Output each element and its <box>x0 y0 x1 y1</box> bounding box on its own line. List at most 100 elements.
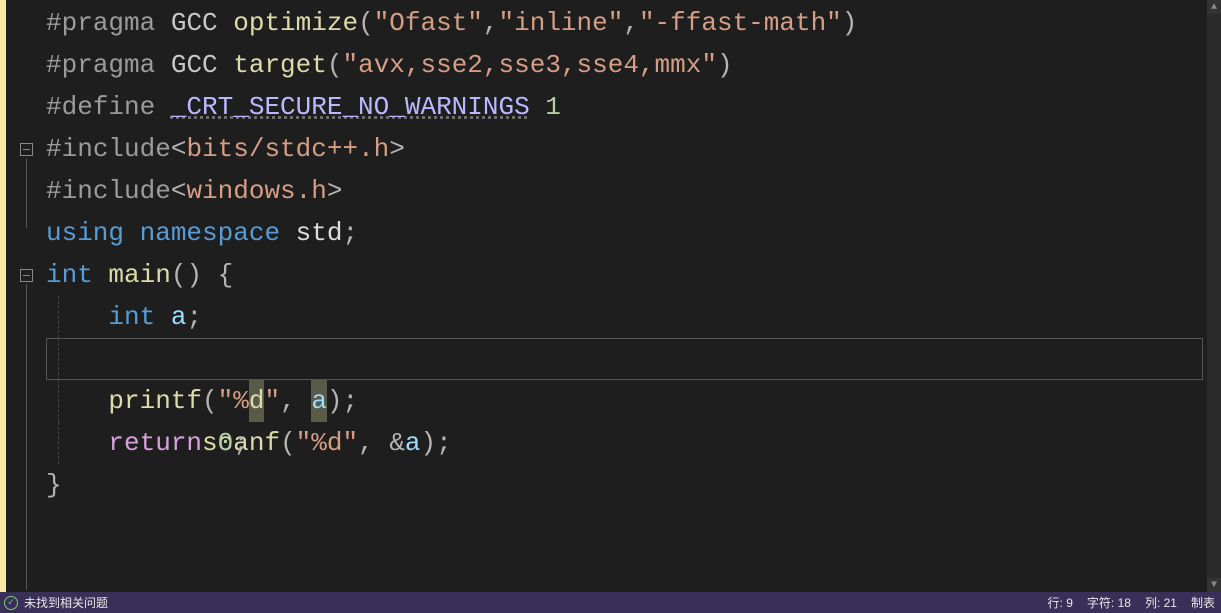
tok-func: printf <box>108 386 202 416</box>
code-line[interactable]: #pragma GCC optimize("Ofast","inline","-… <box>44 2 1221 44</box>
tok-space <box>93 260 109 290</box>
scroll-up-icon[interactable]: ▲ <box>1207 0 1221 14</box>
fold-gutter[interactable] <box>6 0 44 592</box>
tok-gcc: GCC <box>155 50 233 80</box>
tok-comma: , <box>623 8 639 38</box>
code-line[interactable]: using namespace std; <box>44 212 1221 254</box>
tok-indent <box>46 428 108 458</box>
code-line[interactable]: #include<bits/stdc++.h> <box>44 128 1221 170</box>
tok-brace: { <box>218 260 234 290</box>
tok-keyword: int <box>108 302 155 332</box>
tok-comma: , <box>483 8 499 38</box>
match-highlight: d <box>249 380 265 422</box>
tok-string: % <box>233 386 249 416</box>
tok-paren: ( <box>327 50 343 80</box>
code-line[interactable]: #include<windows.h> <box>44 170 1221 212</box>
tok-paren: () <box>171 260 202 290</box>
status-char[interactable]: 字符: 18 <box>1087 594 1131 611</box>
tok-gcc: GCC <box>155 8 233 38</box>
tok-paren: ( <box>358 8 374 38</box>
fold-guide <box>26 284 27 590</box>
tok-hash: # <box>46 92 62 122</box>
tok-keyword: namespace <box>140 218 280 248</box>
tok-keyword: return <box>108 428 202 458</box>
tok-string: " <box>264 386 280 416</box>
status-line[interactable]: 行: 9 <box>1048 594 1073 611</box>
tok-func: optimize <box>233 8 358 38</box>
tok-paren: ) <box>717 50 733 80</box>
match-highlight: a <box>311 380 327 422</box>
tok-number: 1 <box>545 92 561 122</box>
tok-angle: > <box>389 134 405 164</box>
tok-keyword: using <box>46 218 124 248</box>
tok-space <box>202 428 218 458</box>
tok-header: bits/stdc++.h <box>186 134 389 164</box>
tok-space <box>202 260 218 290</box>
tok-string: "avx,sse2,sse3,sse4,mmx" <box>342 50 716 80</box>
indent-guide <box>58 338 59 380</box>
tok-hash: # <box>46 176 62 206</box>
tok-hash: # <box>46 8 62 38</box>
code-line-current[interactable]: scanf("%d", &a); <box>44 338 1221 380</box>
code-area[interactable]: #pragma GCC optimize("Ofast","inline","-… <box>44 0 1221 592</box>
tok-angle: < <box>171 176 187 206</box>
indent-guide <box>58 380 59 422</box>
fold-toggle-icon[interactable] <box>20 269 33 282</box>
tok-directive: pragma <box>62 50 156 80</box>
tok-directive: pragma <box>62 8 156 38</box>
tok-keyword: int <box>46 260 93 290</box>
tok-semi: ; <box>233 428 249 458</box>
tok-hash: # <box>46 134 62 164</box>
tok-space <box>155 302 171 332</box>
code-line[interactable]: } <box>44 464 1221 506</box>
vertical-scrollbar[interactable]: ▲ ▼ <box>1207 0 1221 592</box>
tok-angle: < <box>171 134 187 164</box>
tok-number: 0 <box>218 428 234 458</box>
code-line[interactable]: int main() { <box>44 254 1221 296</box>
tok-string: "inline" <box>499 8 624 38</box>
check-icon: ✓ <box>4 596 18 610</box>
tok-indent <box>46 386 108 416</box>
tok-paren: ( <box>202 386 218 416</box>
tok-paren: ) <box>842 8 858 38</box>
tok-string: "-ffast-math" <box>639 8 842 38</box>
tok-directive: include <box>62 134 171 164</box>
fold-guide <box>26 158 27 228</box>
tok-space <box>530 92 546 122</box>
tok-func: main <box>108 260 170 290</box>
tok-ident: a <box>171 302 187 332</box>
indent-guide <box>58 422 59 464</box>
tok-paren: ) <box>327 386 343 416</box>
status-col[interactable]: 列: 21 <box>1145 594 1177 611</box>
code-line[interactable]: #pragma GCC target("avx,sse2,sse3,sse4,m… <box>44 44 1221 86</box>
scroll-down-icon[interactable]: ▼ <box>1207 578 1221 592</box>
tok-angle: > <box>327 176 343 206</box>
fold-toggle-icon[interactable] <box>20 143 33 156</box>
tok-comma: , <box>280 386 296 416</box>
tok-space <box>124 218 140 248</box>
status-bar: ✓ 未找到相关问题 行: 9 字符: 18 列: 21 制表 <box>0 592 1221 613</box>
tok-ident: std <box>296 218 343 248</box>
tok-string: "Ofast" <box>374 8 483 38</box>
code-line[interactable]: int a; <box>44 296 1221 338</box>
code-line[interactable]: #define _CRT_SECURE_NO_WARNINGS 1 <box>44 86 1221 128</box>
code-line[interactable]: return 0; <box>44 422 1221 464</box>
indent-guide <box>58 296 59 338</box>
tok-semi: ; <box>186 302 202 332</box>
tok-func: target <box>233 50 327 80</box>
status-issues[interactable]: 未找到相关问题 <box>24 594 108 611</box>
code-editor[interactable]: #pragma GCC optimize("Ofast","inline","-… <box>0 0 1221 592</box>
tok-directive: define <box>62 92 171 122</box>
tok-macro: _CRT_SECURE_NO_WARNINGS <box>171 92 530 122</box>
tok-string: " <box>218 386 234 416</box>
tok-space <box>296 386 312 416</box>
tok-brace: } <box>46 470 62 500</box>
tok-semi: ; <box>342 218 358 248</box>
tok-indent <box>46 302 108 332</box>
code-line[interactable]: printf("%d", a); <box>44 380 1221 422</box>
tok-semi: ; <box>343 386 359 416</box>
status-tab[interactable]: 制表 <box>1191 594 1215 611</box>
tok-hash: # <box>46 50 62 80</box>
tok-header: windows.h <box>186 176 326 206</box>
tok-directive: include <box>62 176 171 206</box>
